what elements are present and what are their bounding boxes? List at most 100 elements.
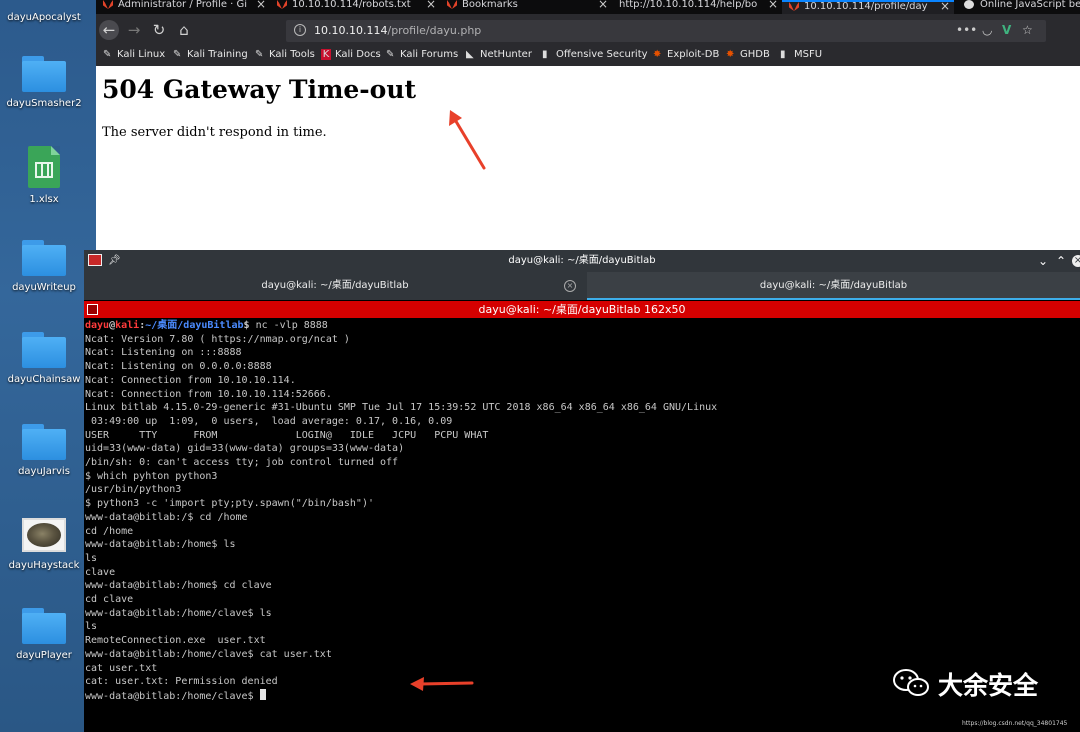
- desktop-icon-dayujarvis[interactable]: dayuJarvis: [0, 424, 88, 477]
- desktop-icon-label: dayuApocalyst: [7, 12, 81, 23]
- bookmark-kali-forums[interactable]: ✎ Kali Forums: [386, 49, 458, 60]
- desktop-icon-dayuwriteup[interactable]: dayuWriteup: [0, 240, 88, 293]
- terminal-line: Ncat: Version 7.80 ( https://nmap.org/nc…: [85, 333, 350, 345]
- terminal-line: uid=33(www-data) gid=33(www-data) groups…: [85, 443, 405, 455]
- session-icon[interactable]: [87, 304, 98, 315]
- terminal-line: www-data@bitlab:/home$ ls: [85, 539, 236, 551]
- bookmark-star-icon[interactable]: ☆: [1022, 23, 1033, 37]
- info-icon[interactable]: i: [294, 24, 306, 36]
- desktop-icon-dayuplayer[interactable]: dayuPlayer: [0, 608, 88, 661]
- bookmark-label: Exploit-DB: [667, 49, 720, 60]
- url-bar[interactable]: i 10.10.10.114/profile/dayu.php ••• ◡ V …: [286, 20, 1046, 42]
- desktop-icon-label: dayuWriteup: [12, 282, 76, 293]
- tab-label: Administrator / Profile · Gi: [118, 0, 248, 10]
- desktop-icon-label: dayuChainsaw: [7, 374, 81, 385]
- terminal-line: 03:49:00 up 1:09, 0 users, load average:…: [85, 415, 453, 427]
- konsole-tab-2[interactable]: dayu@kali: ~/桌面/dayuBitlab: [587, 272, 1080, 300]
- terminal-line: www-data@bitlab:/home/clave$ cat user.tx…: [85, 648, 332, 660]
- minimize-button[interactable]: ⌄: [1038, 250, 1048, 272]
- bookmark-exploit-db[interactable]: ✸ Exploit-DB: [653, 49, 719, 60]
- kali-dragon-icon: ✎: [103, 49, 112, 60]
- close-icon[interactable]: ×: [768, 0, 778, 10]
- bookmark-kali-training[interactable]: ✎ Kali Training: [173, 49, 248, 60]
- nethunter-icon: ◣: [466, 49, 474, 60]
- bookmark-label: Kali Linux: [117, 49, 166, 60]
- konsole-tab-bar: dayu@kali: ~/桌面/dayuBitlab × dayu@kali: …: [84, 272, 1080, 300]
- terminal-line: /bin/sh: 0: can't access tty; job contro…: [85, 457, 399, 469]
- terminal-line: www-data@bitlab:/home/clave$ ls: [85, 607, 272, 619]
- url-path: /profile/dayu.php: [387, 24, 482, 37]
- bookmark-offensive-security[interactable]: ▮ Offensive Security: [542, 49, 648, 60]
- back-button[interactable]: ←: [99, 20, 119, 40]
- bookmark-label: GHDB: [740, 49, 770, 60]
- bookmarks-toolbar: ✎ Kali Linux ✎ Kali Training ✎ Kali Tools K…: [96, 46, 1080, 66]
- terminal-line: Linux bitlab 4.15.0-29-generic #31-Ubunt…: [85, 402, 718, 414]
- url-host: 10.10.10.114: [314, 24, 388, 37]
- window-titlebar: 📌︎ dayu@kali: ~/桌面/dayuBitlab ⌄ ⌃ ×: [84, 250, 1080, 272]
- browser-tab-gitlab-profile[interactable]: Administrator / Profile · Gi ×: [96, 0, 270, 14]
- browser-tab-online-js[interactable]: Online JavaScript bea: [954, 0, 1080, 14]
- text-cursor: [259, 688, 266, 700]
- konsole-tab-1[interactable]: dayu@kali: ~/桌面/dayuBitlab ×: [84, 272, 586, 300]
- page-actions-icon[interactable]: •••: [956, 23, 977, 37]
- offsec-icon: ▮: [542, 49, 548, 60]
- window-title: dayu@kali: ~/桌面/dayuBitlab: [508, 255, 656, 266]
- desktop-icon-1-xlsx[interactable]: 1.xlsx: [0, 146, 88, 205]
- csdn-watermark: https://blog.csdn.net/qq_34801745: [962, 720, 1068, 727]
- close-tab-icon[interactable]: ×: [564, 280, 576, 292]
- terminal-line: Ncat: Connection from 10.10.10.114.: [85, 374, 296, 386]
- terminal-line: $ python3 -c 'import pty;pty.spawn("/bin…: [85, 498, 374, 510]
- tab-label: dayu@kali: ~/桌面/dayuBitlab: [261, 280, 409, 291]
- pin-icon[interactable]: 📌︎: [108, 250, 121, 272]
- bookmark-msfu[interactable]: ▮ MSFU: [780, 49, 822, 60]
- bookmark-nethunter[interactable]: ◣ NetHunter: [466, 49, 532, 60]
- bookmark-kali-docs[interactable]: K Kali Docs: [321, 49, 381, 60]
- close-icon[interactable]: ×: [426, 0, 436, 10]
- tab-label: 10.10.10.114/profile/dayu: [804, 2, 928, 12]
- close-icon[interactable]: ×: [940, 2, 950, 12]
- gitlab-icon: [277, 0, 287, 9]
- browser-window: Administrator / Profile · Gi × 10.10.10.…: [96, 0, 1080, 250]
- bookmark-kali-tools[interactable]: ✎ Kali Tools: [255, 49, 315, 60]
- bookmark-kali-linux[interactable]: ✎ Kali Linux: [103, 49, 165, 60]
- browser-tab-robots[interactable]: 10.10.10.114/robots.txt ×: [270, 0, 440, 14]
- close-window-button[interactable]: ×: [1072, 255, 1080, 267]
- browser-tab-bar: Administrator / Profile · Gi × 10.10.10.…: [96, 0, 1080, 14]
- maximize-button[interactable]: ⌃: [1056, 250, 1066, 272]
- home-button[interactable]: ⌂: [174, 20, 194, 40]
- kali-dragon-icon: ✎: [255, 49, 264, 60]
- terminal-line: cd /home: [85, 525, 134, 537]
- terminal-line: Ncat: Listening on 0.0.0.0:8888: [85, 361, 272, 373]
- tab-label: Online JavaScript bea: [980, 0, 1080, 10]
- globe-icon: [964, 0, 974, 9]
- browser-tab-bookmarks[interactable]: Bookmarks ×: [440, 0, 612, 14]
- folder-icon: [22, 332, 66, 368]
- reload-button[interactable]: ↻: [149, 20, 169, 40]
- desktop-icon-dayusmasher2[interactable]: dayuSmasher2: [0, 56, 88, 109]
- bookmark-label: Offensive Security: [556, 49, 648, 60]
- bookmark-ghdb[interactable]: ✸ GHDB: [726, 49, 770, 60]
- browser-tab-help[interactable]: http://10.10.10.114/help/boo ×: [612, 0, 782, 14]
- page-heading: 504 Gateway Time-out: [102, 75, 417, 104]
- desktop-icon-dayuhaystack[interactable]: dayuHaystack: [0, 518, 88, 571]
- close-icon[interactable]: ×: [598, 0, 608, 10]
- close-icon[interactable]: ×: [256, 0, 266, 10]
- pocket-icon[interactable]: ◡: [982, 23, 992, 37]
- spreadsheet-icon: [28, 146, 60, 188]
- terminal-output[interactable]: dayu@kali:~/桌面/dayuBitlab$ nc -vlp 8888 N…: [85, 319, 1075, 719]
- terminal-line: $ which pyhton python3: [85, 470, 218, 482]
- browser-navbar: ← → ↻ ⌂ i 10.10.10.114/profile/dayu.php …: [96, 14, 1080, 46]
- terminal-line: /usr/bin/python3: [85, 484, 182, 496]
- kali-docs-icon: K: [321, 49, 331, 60]
- vue-devtools-icon[interactable]: V: [1002, 23, 1011, 37]
- desktop-icon-dayuchainsaw[interactable]: dayuChainsaw: [0, 332, 88, 385]
- konsole-app-icon[interactable]: [88, 254, 102, 266]
- forward-button[interactable]: →: [124, 20, 144, 40]
- terminal-line: cd clave: [85, 594, 134, 606]
- kali-dragon-icon: ✎: [386, 49, 395, 60]
- terminal-line: www-data@bitlab:/$ cd /home: [85, 511, 248, 523]
- desktop-icon-label: dayuPlayer: [16, 650, 72, 661]
- browser-tab-profile-dayu[interactable]: 10.10.10.114/profile/dayu ×: [782, 0, 954, 14]
- terminal-line: USER TTY FROM LOGIN@ IDLE JCPU PCPU WHAT: [85, 429, 489, 441]
- desktop-icon-label: dayuJarvis: [18, 466, 70, 477]
